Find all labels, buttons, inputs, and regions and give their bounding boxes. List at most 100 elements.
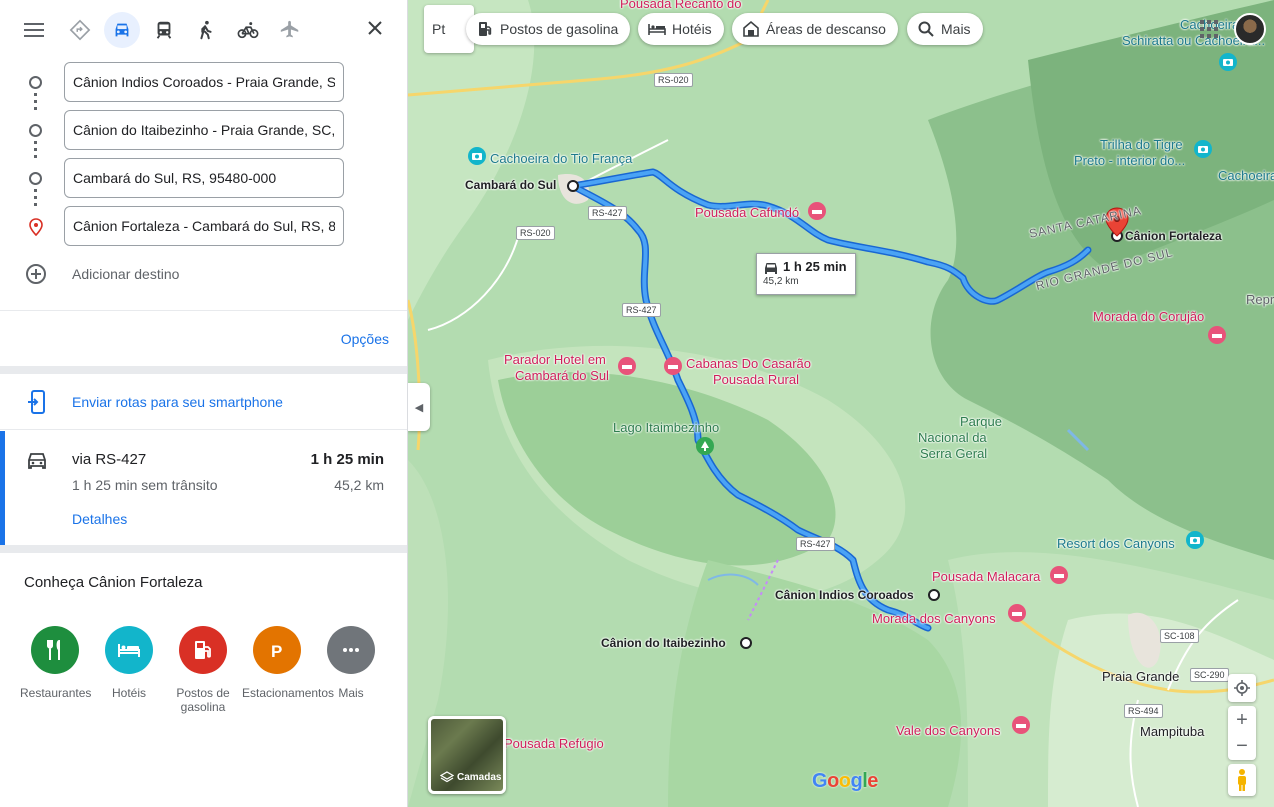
car-icon xyxy=(765,263,777,274)
my-location-icon xyxy=(1234,680,1250,696)
route-option[interactable]: via RS-427 1 h 25 min 1 h 25 min sem trâ… xyxy=(0,431,407,545)
camera-icon[interactable] xyxy=(1219,53,1237,71)
road-shield: SC-108 xyxy=(1160,629,1199,643)
hotel-icon[interactable] xyxy=(664,357,682,375)
place-label[interactable]: Serra Geral xyxy=(920,446,987,461)
waypoint-1-input[interactable] xyxy=(64,110,344,150)
mode-driving[interactable] xyxy=(104,12,140,48)
place-label[interactable]: Nacional da xyxy=(918,430,987,445)
category-hotels[interactable]: Hotéis xyxy=(92,626,166,714)
place-label[interactable]: Pousada Rural xyxy=(713,372,799,387)
layers-label: Camadas xyxy=(457,772,502,783)
train-icon xyxy=(156,21,172,39)
menu-button[interactable] xyxy=(16,12,52,48)
zoom-in-button[interactable]: + xyxy=(1236,707,1248,733)
place-label[interactable]: Cânion do Itaibezinho xyxy=(601,636,726,650)
mode-cycling[interactable] xyxy=(230,12,266,48)
options-button[interactable]: Opções xyxy=(341,331,389,347)
category-gas-stations[interactable]: Postos de gasolina xyxy=(166,626,240,714)
road-shield: RS-020 xyxy=(654,73,693,87)
hotel-icon[interactable] xyxy=(808,202,826,220)
chip-label: Áreas de descanso xyxy=(766,21,886,37)
street-view-pegman[interactable] xyxy=(1228,764,1256,796)
place-label[interactable]: Lago Itaimbezinho xyxy=(613,420,719,435)
chevron-left-icon: ◀ xyxy=(414,401,424,414)
car-icon xyxy=(115,23,129,37)
chip-gas-stations[interactable]: Postos de gasolina xyxy=(466,13,631,45)
place-label[interactable]: Cânion Fortaleza xyxy=(1125,229,1222,243)
place-label[interactable]: Cânion Indios Coroados xyxy=(775,588,914,602)
place-label[interactable]: Mampituba xyxy=(1140,724,1204,739)
mode-transit[interactable] xyxy=(146,12,182,48)
mode-walking[interactable] xyxy=(188,12,224,48)
my-location-button[interactable] xyxy=(1228,674,1256,702)
close-directions-button[interactable] xyxy=(359,12,391,44)
place-label[interactable]: Morada do Corujão xyxy=(1093,309,1204,324)
apps-grid-icon[interactable] xyxy=(1200,20,1218,38)
place-label[interactable]: Vale dos Canyons xyxy=(896,723,1001,738)
place-label[interactable]: Pousada Malacara xyxy=(932,569,1040,584)
place-label[interactable]: Cachoeira xyxy=(1218,168,1274,183)
category-parking[interactable]: P Estacionamentos xyxy=(240,626,334,714)
avatar[interactable] xyxy=(1234,13,1266,45)
stop-destination xyxy=(0,206,407,254)
hotel-icon[interactable] xyxy=(1208,326,1226,344)
place-label[interactable]: Praia Grande xyxy=(1102,669,1179,684)
place-label[interactable]: Preto - interior do... xyxy=(1074,153,1185,168)
chip-more[interactable]: Mais xyxy=(907,13,983,45)
place-label[interactable]: Cambará do Sul xyxy=(515,368,609,383)
mode-best-route[interactable] xyxy=(62,12,98,48)
route-info-box[interactable]: 1 h 25 min 45,2 km xyxy=(756,253,856,295)
collapse-panel-button[interactable]: ◀ xyxy=(408,383,430,431)
place-label[interactable]: Pousada Recanto do xyxy=(620,0,741,11)
road-shield: RS-020 xyxy=(516,226,555,240)
explore-categories: Restaurantes Hotéis Postos de gasolina P… xyxy=(18,626,398,714)
road-shield: RS-427 xyxy=(622,303,661,317)
camera-icon[interactable] xyxy=(1186,531,1204,549)
place-label[interactable]: Pousada Refúgio xyxy=(504,736,604,751)
place-label[interactable]: Cabanas Do Casarão xyxy=(686,356,811,371)
add-circle-icon xyxy=(26,264,46,284)
hotel-icon[interactable] xyxy=(1008,604,1026,622)
road-shield: SC-290 xyxy=(1190,668,1229,682)
waypoint-2-input[interactable] xyxy=(64,158,344,198)
chip-rest-areas[interactable]: Áreas de descanso xyxy=(732,13,898,45)
zoom-out-button[interactable]: − xyxy=(1236,733,1248,759)
more-icon xyxy=(327,626,375,674)
hotel-icon[interactable] xyxy=(618,357,636,375)
destination-input[interactable] xyxy=(64,206,344,246)
send-to-phone-icon xyxy=(28,390,45,414)
place-label[interactable]: Repres xyxy=(1246,292,1274,307)
category-more[interactable]: Mais xyxy=(314,626,388,714)
hotel-icon[interactable] xyxy=(1012,716,1030,734)
chip-hotels[interactable]: Hotéis xyxy=(638,13,724,45)
layers-button[interactable]: Camadas xyxy=(428,716,506,794)
place-label[interactable]: Pousada Cafundó xyxy=(695,205,799,220)
stop-waypoint-2 xyxy=(0,158,407,209)
category-restaurants[interactable]: Restaurantes xyxy=(18,626,92,714)
place-label[interactable]: Parque xyxy=(960,414,1002,429)
camera-icon[interactable] xyxy=(468,147,486,165)
origin-input[interactable] xyxy=(64,62,344,102)
hotel-icon xyxy=(105,626,153,674)
route-details-link[interactable]: Detalhes xyxy=(72,511,127,527)
stop-waypoint-1 xyxy=(0,110,407,161)
divider xyxy=(0,310,407,311)
send-to-phone-button[interactable]: Enviar rotas para seu smartphone xyxy=(0,374,407,430)
category-label: Restaurantes xyxy=(20,686,92,700)
mode-flight[interactable] xyxy=(272,12,308,48)
tree-icon[interactable] xyxy=(696,437,714,455)
place-label[interactable]: Trilha do Tigre xyxy=(1100,137,1183,152)
place-label[interactable]: Parador Hotel em xyxy=(504,352,606,367)
place-label[interactable]: Cambará do Sul xyxy=(465,178,556,192)
hotel-icon[interactable] xyxy=(1050,566,1068,584)
road-shield: RS-427 xyxy=(796,537,835,551)
category-label: Postos de gasolina xyxy=(176,686,230,714)
map-canvas[interactable]: RS-020 RS-427 RS-020 RS-427 RS-427 SC-10… xyxy=(408,0,1274,807)
place-label[interactable]: Resort dos Canyons xyxy=(1057,536,1175,551)
place-label[interactable]: Morada dos Canyons xyxy=(872,611,996,626)
camera-icon[interactable] xyxy=(1194,140,1212,158)
place-label[interactable]: Cachoeira do Tio França xyxy=(490,151,632,166)
add-destination-button[interactable]: Adicionar destino xyxy=(0,258,407,290)
chip-label: Postos de gasolina xyxy=(500,21,619,37)
